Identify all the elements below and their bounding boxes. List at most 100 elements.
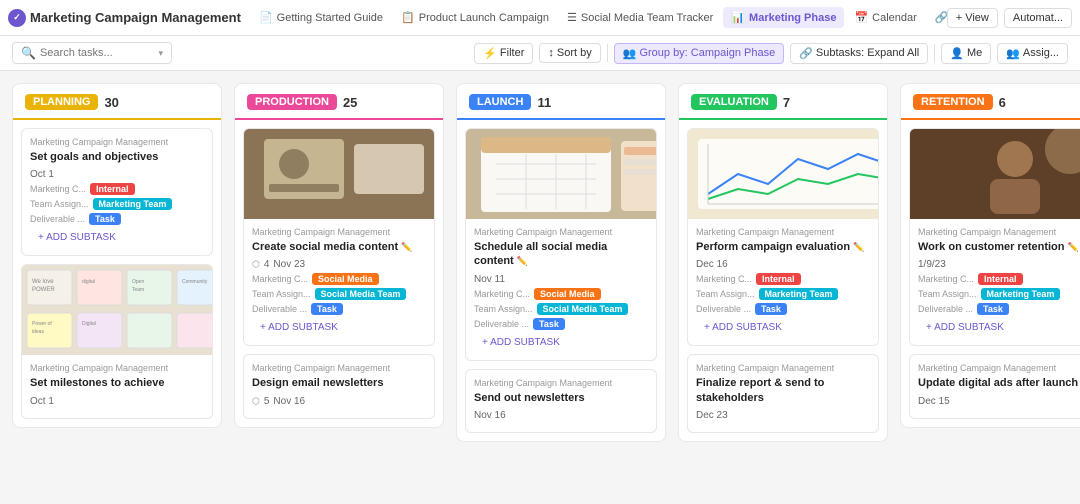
team-tag: Marketing Team	[981, 288, 1061, 300]
card-team-row: Team Assign... Marketing Team	[696, 288, 870, 300]
team-tag: Social Media Team	[315, 288, 407, 300]
me-button[interactable]: 👤 Me	[941, 43, 991, 64]
kanban-board: PLANNING30Marketing Campaign ManagementS…	[0, 71, 1080, 499]
column-count-launch: 11	[537, 95, 551, 110]
card-l2[interactable]: Marketing Campaign ManagementSend out ne…	[465, 369, 657, 433]
subtasks-button[interactable]: 🔗 Subtasks: Expand All	[790, 43, 928, 64]
svg-text:Open: Open	[132, 279, 144, 285]
tab-calendar[interactable]: 📅 Calendar	[846, 7, 924, 28]
tab-product-launch[interactable]: 📋 Product Launch Campaign	[393, 7, 557, 28]
card-deliverable-row: Deliverable ... Task	[252, 303, 426, 315]
add-subtask-btn[interactable]: + ADD SUBTASK	[696, 318, 870, 337]
svg-text:Team: Team	[132, 287, 144, 293]
svg-text:Digital: Digital	[82, 321, 96, 327]
card-p2[interactable]: We love POWER digital Open Team Communit…	[21, 264, 213, 418]
marketing-tag: Internal	[90, 183, 135, 195]
marketing-tag: Internal	[756, 273, 801, 285]
card-meta: Marketing Campaign Management	[918, 227, 1080, 237]
doc-icon: 📄	[259, 11, 273, 24]
date-text: 1/9/23	[918, 259, 946, 270]
group-by-button[interactable]: 👥 Group by: Campaign Phase	[614, 43, 784, 64]
tab-getting-started[interactable]: 📄 Getting Started Guide	[251, 7, 391, 28]
phase-badge-production: PRODUCTION	[247, 94, 337, 110]
search-icon: 🔍	[21, 46, 36, 60]
dropdown-icon: ▾	[158, 48, 163, 59]
card-pr1[interactable]: Marketing Campaign ManagementCreate soci…	[243, 128, 435, 346]
card-date-row: Nov 16	[474, 410, 648, 421]
card-date-row: 1/9/23	[918, 259, 1080, 270]
column-header-production: PRODUCTION25	[235, 84, 443, 120]
card-title: Perform campaign evaluation ✏️	[696, 240, 870, 254]
filter-button[interactable]: ⚡ Filter	[474, 43, 533, 64]
card-meta: Marketing Campaign Management	[918, 363, 1080, 373]
date-text: Dec 16	[696, 259, 728, 270]
team-label: Team Assign...	[918, 289, 977, 299]
column-count-evaluation: 7	[783, 95, 790, 110]
sort-button[interactable]: ↕ Sort by	[539, 43, 600, 63]
column-count-planning: 30	[104, 95, 118, 110]
column-planning: PLANNING30Marketing Campaign ManagementS…	[12, 83, 222, 428]
team-label: Team Assign...	[474, 304, 533, 314]
card-meta: Marketing Campaign Management	[474, 378, 648, 388]
search-box[interactable]: 🔍 ▾	[12, 42, 172, 64]
column-count-retention: 6	[999, 95, 1006, 110]
card-title: Finalize report & send to stakeholders	[696, 376, 870, 405]
add-subtask-btn[interactable]: + ADD SUBTASK	[474, 333, 648, 352]
marketing-label: Marketing C...	[696, 274, 752, 284]
automate-button[interactable]: Automat...	[1004, 8, 1072, 28]
date-text: Nov 16	[474, 410, 506, 421]
group-icon: 👥	[623, 47, 637, 60]
card-r2[interactable]: Marketing Campaign Management Update digi…	[909, 354, 1080, 418]
marketing-tag: Social Media	[312, 273, 379, 285]
add-subtask-btn[interactable]: + ADD SUBTASK	[918, 318, 1080, 337]
svg-text:Community: Community	[182, 279, 208, 285]
card-deliverable-row: Deliverable ... Task	[918, 303, 1080, 315]
team-label: Team Assign...	[30, 199, 89, 209]
add-subtask-btn[interactable]: + ADD SUBTASK	[252, 318, 426, 337]
card-image	[466, 129, 656, 219]
view-button[interactable]: + View	[947, 8, 998, 28]
marketing-label: Marketing C...	[30, 184, 86, 194]
divider1	[607, 44, 608, 62]
sort-icon: ↕	[548, 47, 554, 59]
marketing-tag: Internal	[978, 273, 1023, 285]
toolbar: 🔍 ▾ ⚡ Filter ↕ Sort by 👥 Group by: Campa…	[0, 36, 1080, 71]
card-title: Update digital ads after launch	[918, 376, 1080, 390]
date-text: Oct 1	[30, 169, 54, 180]
topbar-actions: + View Automat...	[947, 8, 1072, 28]
deliverable-label: Deliverable ...	[696, 304, 751, 314]
card-l1[interactable]: Marketing Campaign ManagementSchedule al…	[465, 128, 657, 361]
deliverable-tag: Task	[755, 303, 787, 315]
tab-marketing-phase[interactable]: 📊 Marketing Phase	[723, 7, 844, 28]
card-r1[interactable]: Marketing Campaign ManagementWork on cus…	[909, 128, 1080, 346]
card-subtask-row: ⬡ 5 Nov 16	[252, 396, 426, 407]
card-deliverable-row: Deliverable ... Task	[474, 318, 648, 330]
svg-text:digital: digital	[82, 279, 95, 285]
card-marketing-row: Marketing C... Social Media	[252, 273, 426, 285]
chart-icon: 📊	[731, 11, 745, 24]
date-text: Dec 23	[696, 410, 728, 421]
search-input[interactable]	[40, 47, 155, 59]
card-e2[interactable]: Marketing Campaign Management Finalize re…	[687, 354, 879, 433]
add-subtask-btn[interactable]: + ADD SUBTASK	[30, 228, 204, 247]
card-p1[interactable]: Marketing Campaign ManagementSet goals a…	[21, 128, 213, 256]
assign-button[interactable]: 👥 Assig...	[997, 43, 1068, 64]
marketing-tag: Social Media	[534, 288, 601, 300]
marketing-label: Marketing C...	[918, 274, 974, 284]
filter-icon: ⚡	[483, 47, 497, 60]
card-meta: Marketing Campaign Management	[696, 363, 870, 373]
tab-social-tracker[interactable]: ☰ Social Media Team Tracker	[559, 7, 721, 28]
tab-ref[interactable]: 🔗 Ref: ⬡	[927, 7, 947, 28]
column-evaluation: EVALUATION7 Marketing Campaign Managemen…	[678, 83, 888, 442]
column-retention: RETENTION6 Marketing Campaign Management…	[900, 83, 1080, 428]
team-label: Team Assign...	[696, 289, 755, 299]
card-e1[interactable]: Marketing Campaign ManagementPerform cam…	[687, 128, 879, 346]
card-pr2[interactable]: Marketing Campaign ManagementDesign emai…	[243, 354, 435, 418]
deliverable-tag: Task	[533, 318, 565, 330]
app-title: Marketing Campaign Management	[30, 10, 241, 25]
card-date-row: Dec 16	[696, 259, 870, 270]
svg-text:POWER: POWER	[32, 287, 55, 293]
card-marketing-row: Marketing C... Internal	[696, 273, 870, 285]
team-tag: Social Media Team	[537, 303, 629, 315]
link-icon: 🔗	[935, 11, 947, 24]
